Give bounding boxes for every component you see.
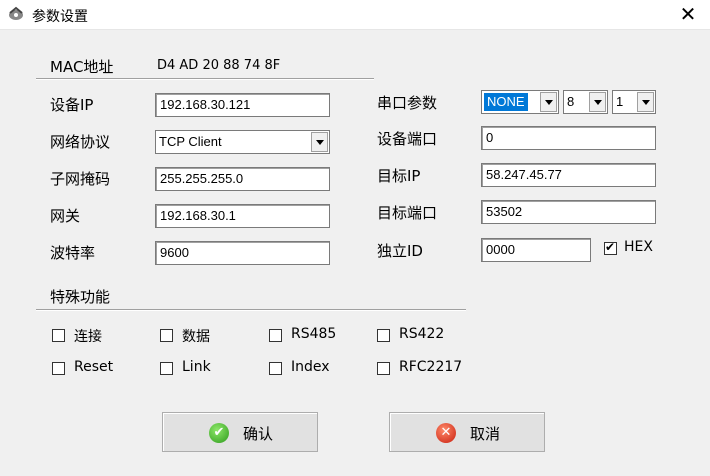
connect-checkbox[interactable]: [52, 329, 65, 342]
connect-label: 连接: [74, 329, 102, 345]
target-ip-field[interactable]: 58.247.45.77: [481, 163, 656, 187]
parity-select[interactable]: NONE: [481, 90, 559, 114]
device-ip-field[interactable]: 192.168.30.121: [155, 93, 330, 117]
device-ip-label: 设备IP: [50, 96, 94, 114]
special-divider: [36, 309, 466, 311]
baud-field[interactable]: 9600: [155, 241, 330, 265]
subnet-field[interactable]: 255.255.255.0: [155, 167, 330, 191]
chevron-down-icon[interactable]: [540, 92, 557, 112]
independent-id-field[interactable]: 0000: [481, 238, 591, 262]
gateway-field[interactable]: 192.168.30.1: [155, 204, 330, 228]
gateway-label: 网关: [50, 207, 81, 225]
close-button[interactable]: ✕: [670, 2, 706, 26]
protocol-label: 网络协议: [50, 133, 111, 151]
x-icon: ✕: [436, 423, 456, 443]
stop-bits-select[interactable]: 1: [612, 90, 656, 114]
stop-bits-value: 1: [616, 94, 624, 109]
title-bar: 参数设置 ✕: [0, 0, 710, 30]
close-icon: ✕: [679, 2, 697, 26]
rfc2217-checkbox[interactable]: [377, 362, 390, 375]
rs422-checkbox[interactable]: [377, 329, 390, 342]
chevron-down-icon[interactable]: [311, 132, 328, 152]
chevron-down-icon[interactable]: [637, 92, 654, 112]
mac-divider: [36, 78, 374, 80]
mac-label: MAC地址: [50, 58, 114, 76]
dialog-body: MAC地址 D4 AD 20 88 74 8F 设备IP 192.168.30.…: [0, 30, 710, 476]
device-port-field[interactable]: 0: [481, 126, 656, 150]
target-port-field[interactable]: 53502: [481, 200, 656, 224]
checkmark-icon: ✔: [209, 423, 229, 443]
target-port-label: 目标端口: [377, 204, 438, 222]
hex-label: HEX: [624, 239, 653, 255]
rfc2217-label: RFC2217: [399, 359, 463, 375]
mac-value: D4 AD 20 88 74 8F: [157, 58, 281, 73]
chevron-down-icon[interactable]: [589, 92, 606, 112]
data-checkbox[interactable]: [160, 329, 173, 342]
data-label: 数据: [182, 329, 210, 345]
rs485-checkbox[interactable]: [269, 329, 282, 342]
parity-value: NONE: [484, 93, 528, 111]
serial-label: 串口参数: [377, 94, 438, 112]
target-ip-label: 目标IP: [377, 167, 421, 185]
app-icon: [9, 6, 23, 20]
independent-id-label: 独立ID: [377, 242, 423, 260]
protocol-value: TCP Client: [159, 134, 222, 149]
link-label: Link: [182, 359, 211, 375]
special-label: 特殊功能: [50, 288, 111, 306]
confirm-button[interactable]: ✔ 确认: [162, 412, 318, 452]
index-label: Index: [291, 359, 330, 375]
index-checkbox[interactable]: [269, 362, 282, 375]
hex-checkbox[interactable]: [604, 240, 617, 255]
cancel-label: 取消: [470, 425, 501, 443]
window-title: 参数设置: [32, 9, 88, 25]
link-checkbox[interactable]: [160, 362, 173, 375]
rs422-label: RS422: [399, 326, 445, 342]
data-bits-select[interactable]: 8: [563, 90, 608, 114]
reset-checkbox[interactable]: [52, 362, 65, 375]
cancel-button[interactable]: ✕ 取消: [389, 412, 545, 452]
device-port-label: 设备端口: [377, 130, 438, 148]
confirm-label: 确认: [243, 425, 274, 443]
protocol-select[interactable]: TCP Client: [155, 130, 330, 154]
data-bits-value: 8: [567, 94, 575, 109]
baud-label: 波特率: [50, 244, 96, 262]
rs485-label: RS485: [291, 326, 337, 342]
reset-label: Reset: [74, 359, 114, 375]
subnet-label: 子网掩码: [50, 170, 111, 188]
